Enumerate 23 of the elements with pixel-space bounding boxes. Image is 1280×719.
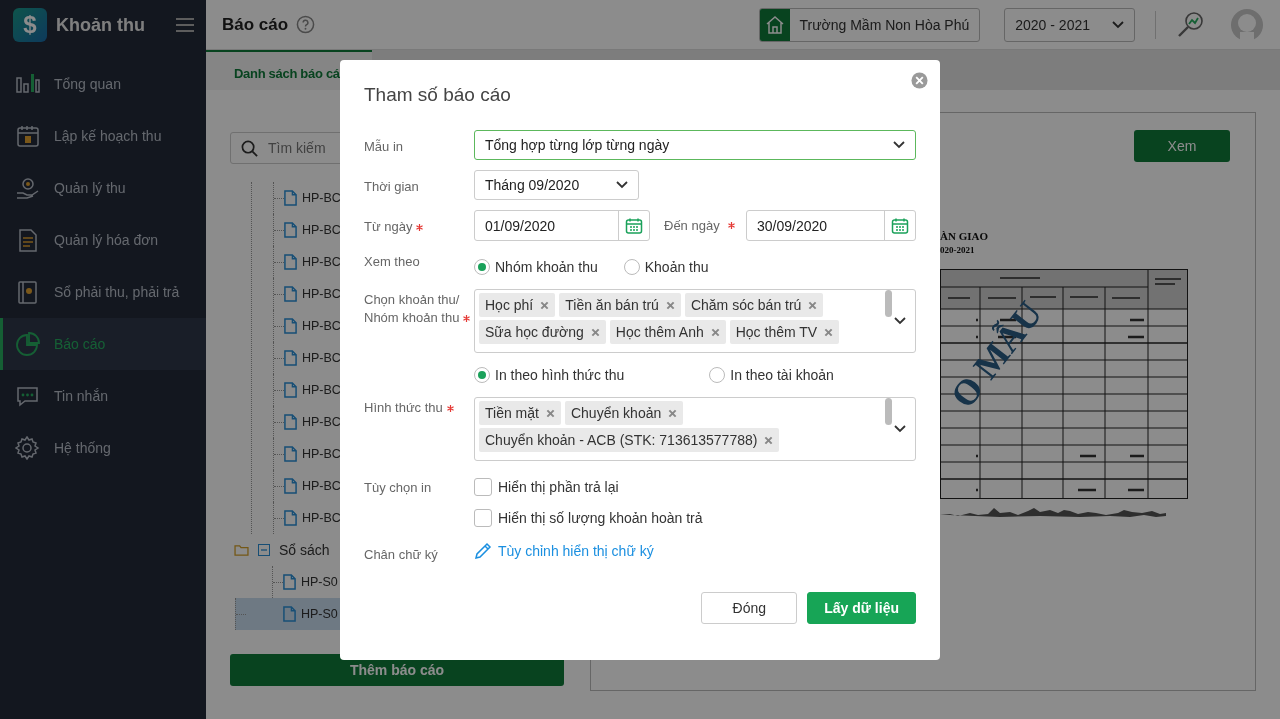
field-label: Xem theo — [364, 254, 420, 269]
tag-chip: Học thêm Anh — [609, 320, 726, 344]
tag-chip: Tiền ăn bán trú — [559, 293, 681, 317]
tag-chip: Chăm sóc bán trú — [684, 293, 824, 317]
page-title: Báo cáo — [222, 14, 289, 35]
field-label: Chân chữ ký — [364, 547, 438, 562]
field-label: Tùy chọn in — [364, 480, 432, 495]
field-label: Đến ngày — [664, 218, 720, 233]
field-label: Hình thức thu — [364, 400, 443, 415]
tag-chip: Học phí — [479, 293, 556, 317]
field-label: Chọn khoản thu/ Nhóm khoản thu — [364, 292, 460, 325]
tag-chip: Chuyển khoản — [564, 401, 684, 425]
document-subtitle: 020-2021 — [940, 245, 976, 255]
field-label: Mẫu in — [364, 139, 404, 154]
tag-chip: Học thêm TV — [729, 320, 840, 344]
document-title: ÀN GIAO — [940, 230, 989, 242]
field-label: Từ ngày — [364, 219, 413, 234]
app-title: Khoản thu — [56, 14, 146, 36]
tag-chip: Sữa học đường — [479, 320, 606, 344]
app-logo: $ — [13, 8, 47, 42]
tag-chip: Tiền mặt — [479, 401, 561, 425]
tag-chip: Chuyển khoản - ACB (STK: 713613577788) — [479, 428, 780, 452]
field-label: Thời gian — [364, 179, 419, 194]
